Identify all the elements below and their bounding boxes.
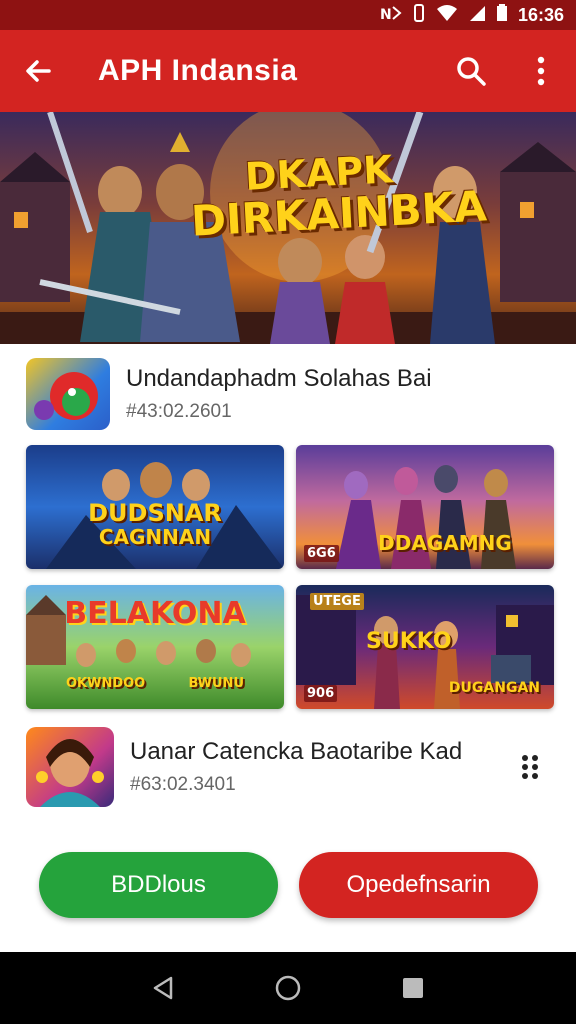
app-list-item-featured[interactable]: Undandaphadm Solahas Bai #43:02.2601: [0, 356, 576, 432]
game-tile-title: DUDSNAR CAGNNAN: [26, 501, 284, 547]
arrow-back-icon: [26, 60, 51, 82]
app-id: #63:02.3401: [130, 774, 236, 795]
signal-icon: [468, 4, 486, 26]
app-id: #43:02.2601: [126, 401, 232, 422]
game-tile-title: BELAKONA: [64, 596, 246, 631]
primary-button[interactable]: BDDlous: [39, 852, 278, 918]
nav-home-icon: [275, 975, 301, 1001]
status-bar: N 16:36: [0, 0, 576, 30]
nav-back-icon: [153, 976, 172, 1000]
app-icon: [26, 358, 110, 430]
game-tile-3[interactable]: BELAKONA OKWNDOO BWUNU: [26, 585, 284, 709]
page-title: APH Indansia: [98, 54, 298, 87]
app-bar: APH Indansia: [0, 30, 576, 112]
app-list-item-second[interactable]: Uanar Catencka Baotaribe Kad #63:02.3401: [0, 724, 576, 810]
game-tile-1[interactable]: DUDSNAR CAGNNAN: [26, 445, 284, 569]
nav-back-button[interactable]: [141, 966, 185, 1010]
app-meta: Uanar Catencka Baotaribe Kad #63:02.3401: [130, 738, 500, 796]
game-tile-subtitle-right: BWUNU: [188, 676, 244, 691]
search-button[interactable]: [436, 30, 506, 112]
game-tile-badge: 6G6: [304, 545, 339, 562]
secondary-button[interactable]: Opedefnsarin: [299, 852, 538, 918]
grid-dots-icon: [522, 755, 538, 779]
nav-home-button[interactable]: [266, 966, 310, 1010]
search-icon: [457, 57, 486, 86]
app-icon: [26, 727, 114, 807]
game-tile-4[interactable]: UTEGE SUKKO DUGANGAN 906: [296, 585, 554, 709]
back-button[interactable]: [0, 30, 76, 112]
nav-recents-button[interactable]: [391, 966, 435, 1010]
nav-recents-icon: [403, 978, 424, 998]
hero-title: DKAPK DIRKAINBKA: [188, 147, 488, 246]
game-tile-subtitle-left: OKWNDOO: [66, 676, 146, 691]
game-tile-subtitle: DUGANGAN: [448, 680, 540, 696]
vibrate-icon: [412, 4, 426, 26]
battery-icon: [496, 4, 508, 26]
game-tile-title: SUKKO: [366, 629, 452, 654]
game-tile-badge: UTEGE: [310, 593, 364, 610]
wifi-icon: [436, 4, 458, 26]
game-tile-title: DDAGAMNG: [378, 531, 512, 555]
app-name: Undandaphadm Solahas Bai: [126, 365, 432, 392]
navigation-bar: [0, 952, 576, 1024]
game-tile-badge: 906: [304, 685, 338, 702]
nfc-icon: N: [380, 4, 402, 26]
overflow-menu-button[interactable]: [506, 30, 576, 112]
app-name: Uanar Catencka Baotaribe Kad: [130, 738, 463, 765]
more-vert-icon: [537, 56, 545, 86]
game-tile-2[interactable]: DDAGAMNG 6G6: [296, 445, 554, 569]
screen: N 16:36 APH Indansia DKAPK DIRKAINBKA Un…: [0, 0, 576, 1024]
hero-banner[interactable]: DKAPK DIRKAINBKA: [0, 112, 576, 344]
app-options-button[interactable]: [500, 737, 560, 797]
status-time: 16:36: [517, 4, 564, 25]
svg-text:N: N: [380, 7, 392, 22]
game-tile-title-line2: CAGNNAN: [98, 525, 212, 549]
app-meta: Undandaphadm Solahas Bai #43:02.2601: [126, 365, 576, 423]
game-tile-title-line1: DUDSNAR: [88, 499, 222, 527]
